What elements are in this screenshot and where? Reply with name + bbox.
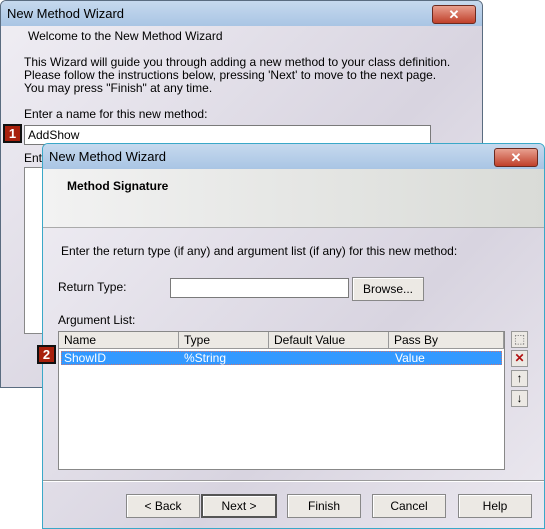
close-button[interactable]: ✕ (432, 5, 476, 24)
delete-argument-button[interactable]: ✕ (511, 350, 528, 367)
name-label: Enter a name for this new method: (24, 107, 208, 121)
wizard-heading: Welcome to the New Method Wizard (28, 29, 223, 43)
column-header-name[interactable]: Name (59, 332, 179, 349)
front-wizard-window: New Method Wizard ✕ Method Signature Ent… (42, 143, 545, 529)
browse-button[interactable]: Browse... (352, 277, 424, 301)
finish-button[interactable]: Finish (287, 494, 361, 518)
cancel-button[interactable]: Cancel (372, 494, 446, 518)
window-title: New Method Wizard (49, 149, 167, 164)
column-header-default[interactable]: Default Value (269, 332, 389, 349)
intro-line: Please follow the instructions below, pr… (24, 68, 437, 82)
column-header-pass-by[interactable]: Pass By (389, 332, 504, 349)
help-button[interactable]: Help (458, 494, 532, 518)
argument-table[interactable]: Name Type Default Value Pass By ShowID %… (58, 331, 505, 470)
title-bar: New Method Wizard ✕ (43, 144, 544, 169)
move-up-button[interactable]: ↑ (511, 370, 528, 387)
page-heading: Method Signature (67, 179, 169, 193)
return-type-label: Return Type: (58, 280, 127, 294)
delete-icon: ✕ (514, 351, 525, 365)
arrow-up-icon: ↑ (516, 371, 523, 385)
next-button[interactable]: Next > (201, 494, 277, 518)
close-button[interactable]: ✕ (494, 148, 538, 167)
separator (43, 480, 544, 481)
new-argument-button[interactable]: ⬚ (511, 331, 528, 348)
return-type-input[interactable] (170, 278, 349, 298)
intro-line: You may press "Finish" at any time. (24, 81, 213, 95)
argument-list-label: Argument List: (58, 313, 136, 327)
intro-line: This Wizard will guide you through addin… (24, 55, 451, 69)
callout-badge: 2 (37, 345, 56, 364)
new-icon: ⬚ (513, 332, 526, 346)
title-bar: New Method Wizard ✕ (1, 1, 482, 26)
move-down-button[interactable]: ↓ (511, 390, 528, 407)
header-panel: Method Signature (43, 169, 544, 228)
arrow-down-icon: ↓ (516, 391, 523, 405)
cell-name: ShowID (64, 351, 107, 365)
cell-pass-by: Value (395, 351, 425, 365)
method-name-input[interactable]: AddShow (24, 125, 431, 145)
table-row[interactable]: ShowID %String Value (61, 351, 502, 365)
column-header-type[interactable]: Type (179, 332, 269, 349)
instruction-text: Enter the return type (if any) and argum… (61, 244, 458, 258)
callout-badge: 1 (3, 124, 22, 143)
back-button[interactable]: < Back (126, 494, 200, 518)
window-title: New Method Wizard (7, 6, 125, 21)
cell-type: %String (184, 351, 227, 365)
